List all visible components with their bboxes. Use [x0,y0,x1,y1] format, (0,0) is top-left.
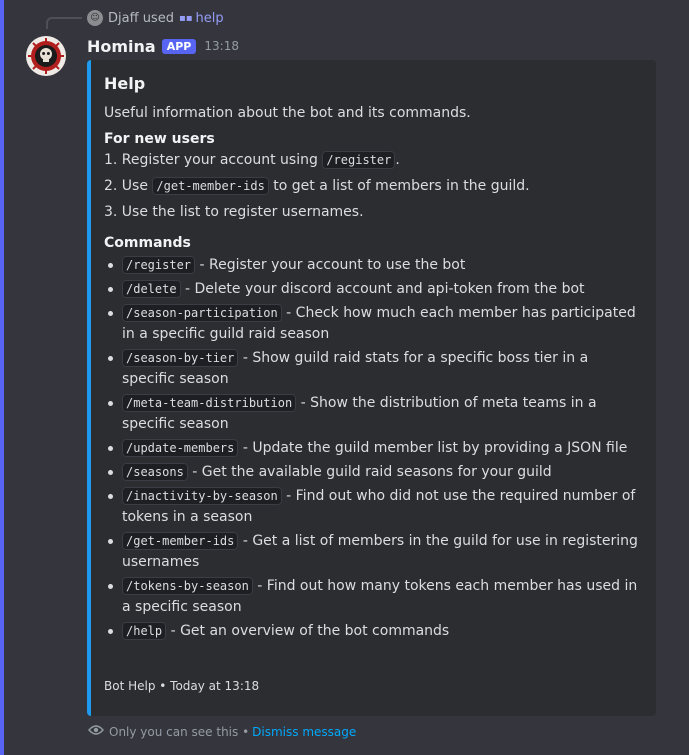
message-timestamp[interactable]: 13:18 [204,39,239,53]
skull-emblem-icon [28,38,64,74]
inline-code: /delete [122,280,181,298]
command-list-item: /get-member-ids - Get a list of members … [104,531,640,573]
steps-list: 1. Register your account using /register… [104,150,640,222]
command-description: - Register your account to use the bot [195,257,466,273]
command-list-item: /season-participation - Check how much e… [104,303,640,345]
inline-code: /register [322,151,396,169]
slash-command-icon: ▪▪ [178,12,193,24]
ephemeral-notice: Only you can see this • Dismiss message [88,724,356,740]
reply-spine [46,17,82,29]
inline-code: /get-member-ids [152,177,269,195]
dismiss-message-link[interactable]: Dismiss message [252,725,356,739]
command-list-item: /tokens-by-season - Find out how many to… [104,576,640,618]
reply-used-text: used [142,10,174,26]
app-badge: APP [161,38,197,54]
embed-title: Help [104,74,146,93]
step-text: 1. Register your account using [104,152,323,168]
reply-context[interactable]: ☺ Djaff used ▪▪ help [87,8,224,28]
ephemeral-text: Only you can see this • [109,725,250,739]
commands-list: /register - Register your account to use… [104,255,640,642]
command-list-item: /delete - Delete your discord account an… [104,279,640,300]
reply-avatar[interactable]: ☺ [87,10,103,26]
message-container: ☺ Djaff used ▪▪ help Homina APP 13:18 He… [0,0,689,755]
command-list-item: /season-by-tier - Show guild raid stats … [104,348,640,390]
command-list-item: /update-members - Update the guild membe… [104,438,640,459]
message-header: Homina APP 13:18 [87,36,239,56]
step-text: 2. Use [104,178,153,194]
step-text: to get a list of members in the guild. [268,178,530,194]
step-text: . [395,152,400,168]
inline-code: /register [122,256,196,274]
new-users-heading: For new users [104,131,215,147]
command-mention[interactable]: ▪▪ help [179,11,224,26]
command-description: - Get an overview of the bot commands [166,623,450,639]
reply-username[interactable]: Djaff [108,11,139,26]
command-description: - Get the available guild raid seasons f… [187,464,552,480]
inline-code: /tokens-by-season [122,577,253,595]
command-description: - Update the guild member list by provid… [238,440,628,456]
inline-code: /get-member-ids [122,532,239,550]
command-description: - Delete your discord account and api-to… [180,281,585,297]
eye-icon [88,724,104,740]
step-item: 1. Register your account using /register… [104,150,640,170]
step-item: 2. Use /get-member-ids to get a list of … [104,176,640,196]
inline-code: /help [122,622,167,640]
help-embed: Help Useful information about the bot an… [87,60,656,716]
inline-code: /update-members [122,439,239,457]
inline-code: /meta-team-distribution [122,394,297,412]
embed-description: Useful information about the bot and its… [104,105,471,121]
avatar[interactable] [26,36,66,76]
step-text: 3. Use the list to register usernames. [104,204,364,220]
command-list-item: /register - Register your account to use… [104,255,640,276]
command-list-item: /inactivity-by-season - Find out who did… [104,486,640,528]
commands-heading: Commands [104,235,191,251]
inline-code: /season-by-tier [122,349,239,367]
command-name: help [195,10,224,26]
command-list-item: /seasons - Get the available guild raid … [104,462,640,483]
command-list-item: /help - Get an overview of the bot comma… [104,621,640,642]
command-list-item: /meta-team-distribution - Show the distr… [104,393,640,435]
author-name[interactable]: Homina [87,37,156,56]
inline-code: /season-participation [122,304,282,322]
embed-footer: Bot Help • Today at 13:18 [104,679,260,693]
step-item: 3. Use the list to register usernames. [104,202,640,222]
inline-code: /inactivity-by-season [122,487,282,505]
inline-code: /seasons [122,463,188,481]
